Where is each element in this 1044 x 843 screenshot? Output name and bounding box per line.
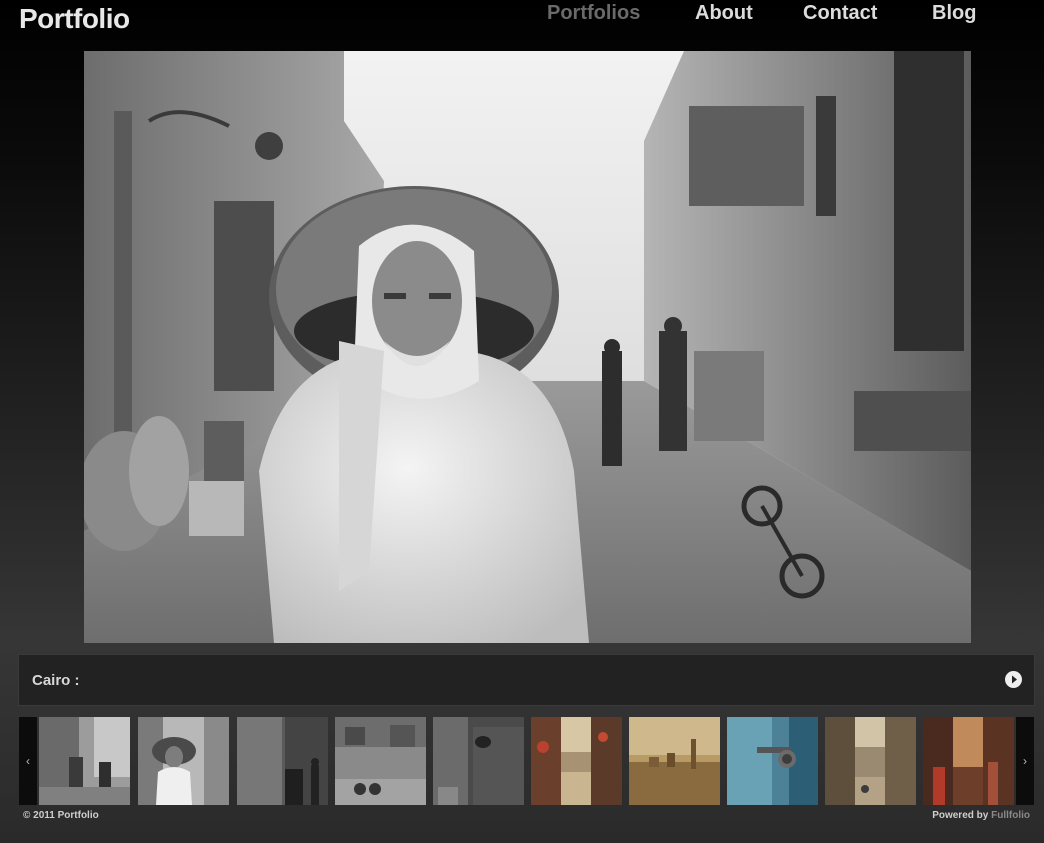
thumbnail[interactable] <box>825 717 916 805</box>
caption-bar: Cairo : <box>18 654 1035 706</box>
thumbnail[interactable] <box>138 717 229 805</box>
thumbnail[interactable] <box>335 717 426 805</box>
main-photo[interactable] <box>84 51 971 643</box>
filmstrip-next-arrow[interactable]: › <box>1016 717 1034 805</box>
nav-contact[interactable]: Contact <box>803 2 877 25</box>
nav-about[interactable]: About <box>695 2 753 25</box>
footer-copyright: © 2011 Portfolio <box>23 810 99 821</box>
filmstrip-prev-arrow[interactable]: ‹ <box>19 717 37 805</box>
thumbnail[interactable] <box>629 717 720 805</box>
powered-by-label: Powered by <box>932 810 989 821</box>
thumbnail[interactable] <box>39 717 130 805</box>
thumbnail[interactable] <box>727 717 818 805</box>
main-nav: Portfolios About Contact Blog <box>0 2 1044 30</box>
thumbnail[interactable] <box>237 717 328 805</box>
nav-blog[interactable]: Blog <box>932 2 976 25</box>
footer-powered-by: Powered by Fullfolio <box>932 810 1030 821</box>
photo-caption: Cairo : <box>32 672 80 689</box>
thumbnail[interactable] <box>531 717 622 805</box>
powered-by-brand-link[interactable]: Fullfolio <box>991 810 1030 821</box>
thumbnail-strip: ‹ › <box>19 717 1034 805</box>
info-icon[interactable] <box>1005 671 1022 688</box>
nav-portfolios[interactable]: Portfolios <box>547 2 640 25</box>
thumbnail[interactable] <box>433 717 524 805</box>
thumbnail[interactable] <box>923 717 1014 805</box>
